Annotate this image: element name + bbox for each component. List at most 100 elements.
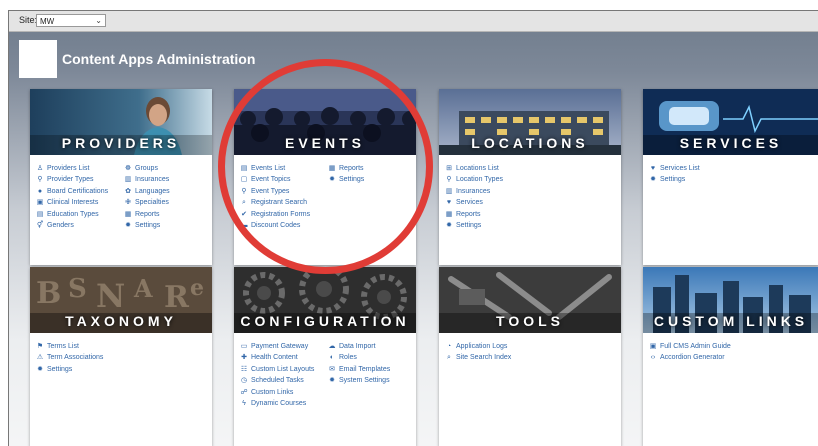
link-label: Languages — [135, 187, 170, 195]
search-icon: ⌕ — [242, 199, 246, 207]
link-board-certifications[interactable]: ● Board Certifications — [36, 186, 120, 197]
site-select[interactable]: MW ⌄ — [36, 14, 106, 27]
link-accordion-generator[interactable]: ‹› Accordion Generator — [649, 352, 815, 363]
settings-icon: ✹ — [125, 222, 131, 230]
link-label: Settings — [135, 222, 161, 230]
link-locations-list[interactable]: ⊞ Locations List — [445, 163, 617, 174]
certification-icon: ● — [37, 187, 43, 195]
link-event-types[interactable]: ⚲ Event Types — [240, 186, 324, 197]
link-terms-list[interactable]: ⚑ Terms List — [36, 341, 208, 352]
link-label: Registrant Search — [251, 199, 308, 207]
locations-links: ⊞ Locations List ⚲ Location Types ▥ Insuran… — [445, 163, 617, 231]
custom-links-banner-image: CUSTOM LINKS — [643, 267, 818, 333]
card-title: EVENTS — [284, 135, 365, 151]
link-label: Reports — [339, 165, 364, 172]
link-reports[interactable]: ▦ Reports — [445, 209, 617, 220]
link-label: Board Certifications — [47, 187, 109, 195]
svg-text:A: A — [133, 274, 153, 303]
courses-icon: ϟ — [242, 400, 246, 408]
link-event-topics[interactable]: ▢ Event Topics — [240, 174, 324, 185]
link-system-settings[interactable]: ✹ System Settings — [328, 375, 412, 386]
payment-icon: ▭ — [240, 343, 248, 350]
services-icon: ♥ — [446, 199, 452, 207]
site-logo — [19, 40, 57, 78]
link-label: Discount Codes — [251, 222, 301, 230]
configuration-banner-image: CONFIGURATION — [234, 267, 416, 333]
link-specialties[interactable]: ✙ Specialties — [124, 197, 208, 208]
link-label: Reports — [135, 210, 160, 218]
link-insurances[interactable]: ▥ Insurances — [124, 174, 208, 185]
card-services: SERVICES ♥ Services List ✹ Settings — [643, 89, 818, 265]
services-banner-image: SERVICES — [643, 89, 818, 155]
link-discount-codes[interactable]: ▬ Discount Codes — [240, 220, 324, 231]
link-label: Email Templates — [339, 365, 391, 373]
link-groups[interactable]: ☸ Groups — [124, 163, 208, 174]
reports-icon: ▦ — [328, 165, 336, 172]
link-full-cms-admin-guide[interactable]: ▣ Full CMS Admin Guide — [649, 341, 815, 352]
link-label: Health Content — [251, 354, 298, 362]
event-types-icon: ⚲ — [241, 187, 247, 195]
link-languages[interactable]: ✿ Languages — [124, 186, 208, 197]
link-label: Event Topics — [251, 176, 291, 184]
taxonomy-links: ⚑ Terms List ⚠ Term Associations ✹ Settings — [36, 341, 208, 375]
link-label: Custom Links — [251, 388, 294, 396]
link-services[interactable]: ♥ Services — [445, 197, 617, 208]
link-services-list[interactable]: ♥ Services List — [649, 163, 815, 174]
events-banner-image: EVENTS — [234, 89, 416, 155]
link-scheduled-tasks[interactable]: ◷ Scheduled Tasks — [240, 375, 324, 386]
link-label: Insurances — [456, 187, 491, 195]
card-taxonomy: BSNARe TAXONOMY ⚑ Terms List ⚠ Term Associ… — [30, 267, 212, 446]
link-label: Location Types — [456, 176, 503, 184]
logs-icon: ◔ — [446, 343, 452, 350]
link-registrant-search[interactable]: ⌕ Registrant Search — [240, 197, 324, 208]
genders-icon: ⚥ — [36, 222, 44, 230]
taxonomy-banner-image: BSNARe TAXONOMY — [30, 267, 212, 333]
link-settings[interactable]: ✹ Settings — [36, 364, 208, 375]
link-education-types[interactable]: ▤ Education Types — [36, 209, 120, 220]
link-registration-forms[interactable]: ✔ Registration Forms — [240, 209, 324, 220]
link-application-logs[interactable]: ◔ Application Logs — [445, 341, 617, 352]
link-provider-types[interactable]: ⚲ Provider Types — [36, 174, 120, 185]
link-label: Dynamic Courses — [251, 400, 307, 408]
link-email-templates[interactable]: ✉ Email Templates — [328, 364, 412, 375]
link-label: Settings — [660, 176, 686, 184]
link-settings[interactable]: ✹ Settings — [445, 220, 617, 231]
link-settings[interactable]: ✹ Settings — [328, 174, 412, 185]
link-genders[interactable]: ⚥ Genders — [36, 220, 120, 231]
event-topics-icon: ▢ — [240, 176, 248, 184]
link-reports[interactable]: ▦ Reports — [328, 163, 412, 174]
admin-page: Site: MW ⌄ Content Apps Administration P… — [8, 10, 818, 446]
link-label: Education Types — [47, 210, 99, 218]
link-dynamic-courses[interactable]: ϟ Dynamic Courses — [240, 398, 324, 409]
email-icon: ✉ — [329, 365, 335, 373]
link-events-list[interactable]: ▤ Events List — [240, 163, 324, 174]
link-providers-list[interactable]: ♙ Providers List — [36, 163, 120, 174]
link-clinical-interests[interactable]: ▣ Clinical Interests — [36, 197, 120, 208]
link-custom-links[interactable]: ☍ Custom Links — [240, 387, 324, 398]
custom-links-icon: ☍ — [240, 388, 248, 396]
location-types-icon: ⚲ — [446, 176, 452, 184]
link-settings[interactable]: ✹ Settings — [124, 220, 208, 231]
link-label: Custom List Layouts — [251, 365, 315, 373]
link-health-content[interactable]: ✚ Health Content — [240, 352, 324, 363]
services-links: ♥ Services List ✹ Settings — [649, 163, 815, 186]
health-icon: ✚ — [241, 354, 247, 362]
link-reports[interactable]: ▦ Reports — [124, 209, 208, 220]
link-term-associations[interactable]: ⚠ Term Associations — [36, 352, 208, 363]
link-insurances[interactable]: ▥ Insurances — [445, 186, 617, 197]
link-location-types[interactable]: ⚲ Location Types — [445, 174, 617, 185]
link-label: Application Logs — [456, 343, 508, 350]
locations-banner-image: LOCATIONS — [439, 89, 621, 155]
link-site-search-index[interactable]: ⌕ Site Search Index — [445, 352, 617, 363]
link-payment-gateway[interactable]: ▭ Payment Gateway — [240, 341, 324, 352]
svg-text:B: B — [36, 276, 61, 311]
reports-icon: ▦ — [124, 210, 132, 218]
search-icon: ⌕ — [447, 354, 451, 362]
link-roles[interactable]: ◐ Roles — [328, 352, 412, 363]
clinical-icon: ▣ — [36, 199, 44, 207]
link-data-import[interactable]: ☁ Data Import — [328, 341, 412, 352]
card-tools: TOOLS ◔ Application Logs ⌕ Site Search Ind… — [439, 267, 621, 446]
link-custom-list-layouts[interactable]: ☷ Custom List Layouts — [240, 364, 324, 375]
type-icon: ⚲ — [37, 176, 43, 184]
link-settings[interactable]: ✹ Settings — [649, 174, 815, 185]
